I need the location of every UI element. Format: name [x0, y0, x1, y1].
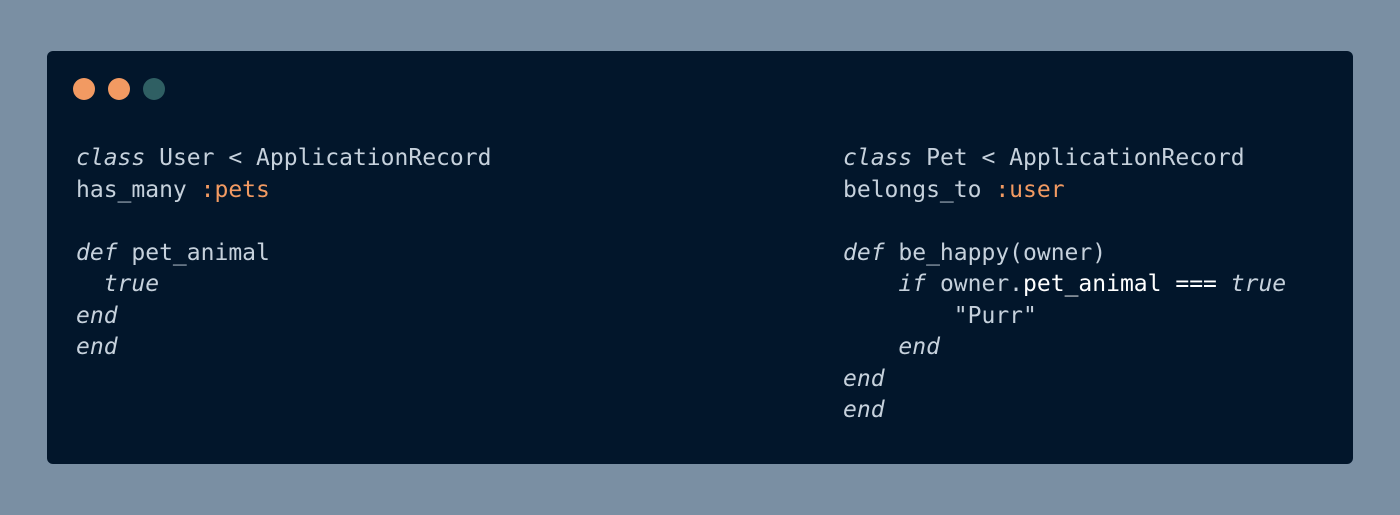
code-text: be_happy(owner): [884, 239, 1107, 266]
keyword: class: [76, 145, 146, 171]
code-line: "Purr": [843, 301, 1286, 333]
code-line: belongs_to :user: [843, 175, 1286, 207]
code-line: end: [76, 301, 491, 333]
method-call: pet_animal ===: [1023, 271, 1217, 297]
code-text: User < ApplicationRecord: [145, 145, 492, 171]
code-block-pet: class Pet < ApplicationRecord belongs_to …: [843, 143, 1286, 427]
code-line: end: [843, 364, 1286, 396]
code-line: end: [76, 332, 491, 364]
minimize-dot-icon[interactable]: [108, 78, 130, 100]
keyword: if: [898, 271, 927, 297]
code-line: has_many :pets: [76, 175, 491, 207]
keyword: def: [843, 239, 885, 266]
code-text: belongs_to: [843, 176, 996, 203]
code-line: true: [76, 269, 491, 301]
keyword: class: [843, 145, 913, 171]
code-line: class User < ApplicationRecord: [76, 143, 491, 175]
code-line: end: [843, 332, 1286, 364]
code-line: def be_happy(owner): [843, 238, 1286, 270]
code-block-user: class User < ApplicationRecord has_many :…: [76, 143, 491, 364]
maximize-dot-icon[interactable]: [143, 78, 165, 100]
code-text: has_many: [76, 176, 201, 203]
window-controls: [73, 78, 165, 100]
keyword: end: [76, 302, 118, 329]
code-line: end: [843, 395, 1286, 427]
code-line: class Pet < ApplicationRecord: [843, 143, 1286, 175]
keyword: true: [103, 271, 160, 297]
keyword: end: [898, 334, 940, 360]
symbol: :user: [995, 176, 1065, 203]
code-window: class User < ApplicationRecord has_many :…: [47, 51, 1353, 464]
code-text: pet_animal: [117, 239, 270, 266]
keyword: def: [76, 239, 118, 266]
code-text: owner.: [926, 271, 1024, 297]
code-text: Pet < ApplicationRecord: [912, 145, 1245, 171]
symbol: :pets: [200, 176, 270, 203]
keyword: end: [843, 365, 885, 392]
keyword: end: [76, 334, 118, 360]
close-dot-icon[interactable]: [73, 78, 95, 100]
keyword: true: [1230, 271, 1287, 297]
code-line: if owner.pet_animal === true: [843, 269, 1286, 301]
code-line: def pet_animal: [76, 238, 491, 270]
string-literal: "Purr": [953, 302, 1037, 329]
keyword: end: [843, 397, 885, 423]
